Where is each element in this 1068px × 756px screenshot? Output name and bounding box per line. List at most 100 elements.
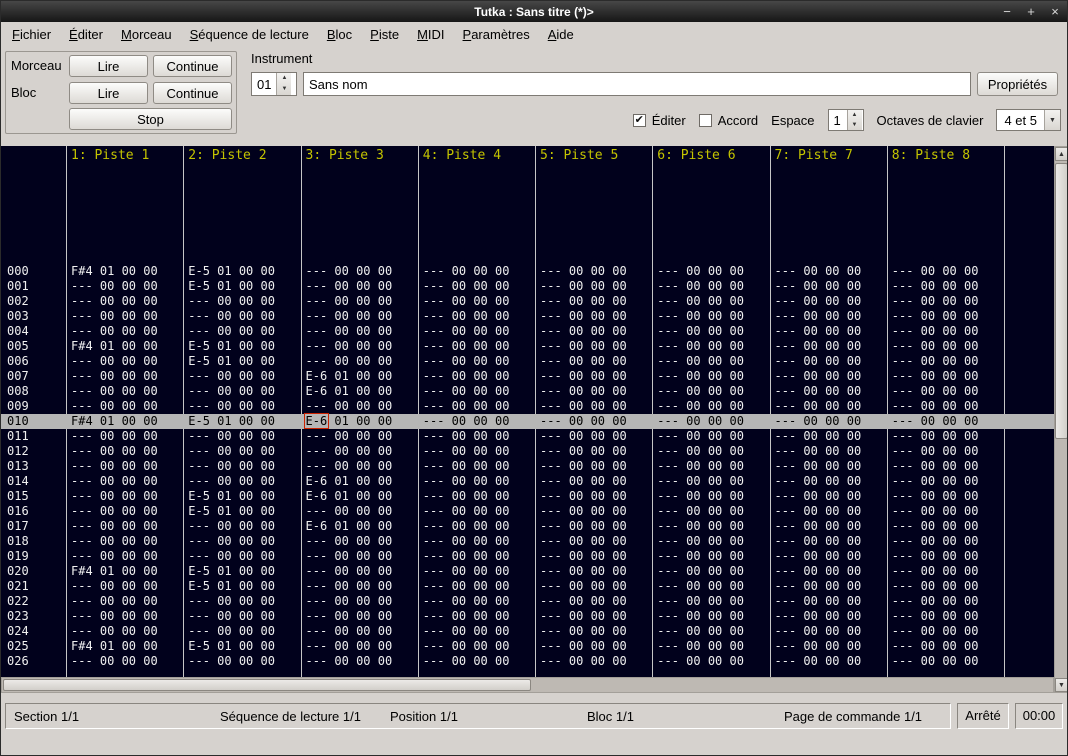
tracker-cell[interactable]: --- 00 00 00 — [71, 504, 158, 519]
tracker-cell[interactable]: --- 00 00 00 — [892, 324, 979, 339]
tracker-cell[interactable]: --- 00 00 00 — [540, 609, 627, 624]
tracker-cell[interactable]: --- 00 00 00 — [423, 534, 510, 549]
tracker-cell[interactable]: --- 00 00 00 — [423, 399, 510, 414]
tracker-cell[interactable]: --- 00 00 00 — [540, 369, 627, 384]
tracker-cell[interactable]: --- 00 00 00 — [71, 459, 158, 474]
tracker-cell[interactable]: --- 00 00 00 — [540, 384, 627, 399]
tracker-cell[interactable]: --- 00 00 00 — [306, 339, 393, 354]
tracker-cell[interactable]: --- 00 00 00 — [423, 459, 510, 474]
tracker-cell[interactable]: --- 00 00 00 — [775, 474, 862, 489]
tracker-cell[interactable]: --- 00 00 00 — [657, 519, 744, 534]
tracker-cell[interactable]: --- 00 00 00 — [540, 504, 627, 519]
tracker-cell[interactable]: --- 00 00 00 — [657, 354, 744, 369]
stop-button[interactable]: Stop — [69, 108, 232, 130]
song-play-button[interactable]: Lire — [69, 55, 148, 77]
tracker-cell[interactable]: --- 00 00 00 — [657, 339, 744, 354]
tracker-cell[interactable]: --- 00 00 00 — [540, 444, 627, 459]
tracker-cell[interactable]: --- 00 00 00 — [892, 489, 979, 504]
tracker-cell[interactable]: --- 00 00 00 — [657, 294, 744, 309]
tracker-cell[interactable]: --- 00 00 00 — [892, 264, 979, 279]
tracker-cell[interactable]: --- 00 00 00 — [540, 639, 627, 654]
tracker-cell[interactable]: --- 00 00 00 — [892, 564, 979, 579]
tracker-cell[interactable]: --- 00 00 00 — [892, 594, 979, 609]
tracker-cell[interactable]: --- 00 00 00 — [540, 324, 627, 339]
tracker-cell[interactable]: --- 00 00 00 — [306, 639, 393, 654]
tracker-cell[interactable]: --- 00 00 00 — [423, 519, 510, 534]
tracker-cell[interactable]: --- 00 00 00 — [657, 444, 744, 459]
tracker-cell[interactable]: E-5 01 00 00 — [188, 639, 275, 654]
tracker-cell[interactable]: --- 00 00 00 — [423, 384, 510, 399]
tracker-cell[interactable]: --- 00 00 00 — [892, 369, 979, 384]
tracker-cell[interactable]: --- 00 00 00 — [423, 414, 510, 429]
tracker-cell[interactable]: --- 00 00 00 — [71, 594, 158, 609]
tracker-cell[interactable]: --- 00 00 00 — [775, 549, 862, 564]
tracker-cell[interactable]: --- 00 00 00 — [657, 609, 744, 624]
tracker-cell[interactable]: --- 00 00 00 — [892, 339, 979, 354]
tracker-cell[interactable]: --- 00 00 00 — [775, 579, 862, 594]
tracker-cell[interactable]: --- 00 00 00 — [657, 639, 744, 654]
tracker-cell[interactable]: --- 00 00 00 — [188, 549, 275, 564]
tracker-cell[interactable]: --- 00 00 00 — [423, 264, 510, 279]
tracker-cell[interactable]: --- 00 00 00 — [892, 294, 979, 309]
tracker-cell[interactable]: --- 00 00 00 — [540, 309, 627, 324]
tracker-cell[interactable]: --- 00 00 00 — [775, 384, 862, 399]
tracker-cell[interactable]: --- 00 00 00 — [71, 279, 158, 294]
tracker-cell[interactable]: --- 00 00 00 — [306, 429, 393, 444]
menu-item-parametres[interactable]: Paramètres — [454, 22, 539, 46]
tracker-cell[interactable]: E-6 01 00 00 — [306, 369, 393, 384]
tracker-cell[interactable]: --- 00 00 00 — [306, 534, 393, 549]
tracker-cell[interactable]: --- 00 00 00 — [657, 654, 744, 669]
tracker-cell[interactable]: --- 00 00 00 — [657, 459, 744, 474]
tracker-cell[interactable]: --- 00 00 00 — [188, 654, 275, 669]
tracker-cell[interactable]: --- 00 00 00 — [188, 399, 275, 414]
tracker-cell[interactable]: --- 00 00 00 — [540, 489, 627, 504]
tracker-cell[interactable]: --- 00 00 00 — [423, 324, 510, 339]
tracker-cell[interactable]: --- 00 00 00 — [423, 339, 510, 354]
tracker-cell[interactable]: --- 00 00 00 — [306, 624, 393, 639]
tracker-cell[interactable]: --- 00 00 00 — [423, 639, 510, 654]
tracker-cell[interactable]: --- 00 00 00 — [540, 354, 627, 369]
tracker-cell[interactable]: --- 00 00 00 — [71, 609, 158, 624]
tracker-cell[interactable]: --- 00 00 00 — [540, 429, 627, 444]
menu-item-bloc[interactable]: Bloc — [318, 22, 361, 46]
tracker-cell[interactable]: --- 00 00 00 — [892, 609, 979, 624]
tracker-cell[interactable]: --- 00 00 00 — [423, 279, 510, 294]
tracker-cell[interactable]: --- 00 00 00 — [540, 534, 627, 549]
tracker-cell[interactable]: --- 00 00 00 — [657, 324, 744, 339]
tracker-cell[interactable]: --- 00 00 00 — [306, 504, 393, 519]
tracker-cell[interactable]: --- 00 00 00 — [775, 564, 862, 579]
tracker-cell[interactable]: E-5 01 00 00 — [188, 354, 275, 369]
tracker-cell[interactable]: --- 00 00 00 — [892, 309, 979, 324]
tracker-cell[interactable]: E-5 01 00 00 — [188, 279, 275, 294]
tracker-cell[interactable]: --- 00 00 00 — [775, 399, 862, 414]
tracker-cell[interactable]: E-6 01 00 00 — [306, 384, 393, 399]
spin-up-icon[interactable]: ▲ — [848, 110, 862, 120]
spin-up-icon[interactable]: ▲ — [277, 73, 291, 84]
tracker-cell[interactable]: --- 00 00 00 — [892, 504, 979, 519]
tracker-cell[interactable]: --- 00 00 00 — [540, 399, 627, 414]
tracker-cell[interactable]: --- 00 00 00 — [540, 519, 627, 534]
tracker-cell[interactable]: --- 00 00 00 — [306, 594, 393, 609]
tracker-cell[interactable]: --- 00 00 00 — [657, 399, 744, 414]
tracker-cell[interactable]: --- 00 00 00 — [657, 264, 744, 279]
tracker-cell[interactable]: --- 00 00 00 — [71, 369, 158, 384]
tracker-cell[interactable]: --- 00 00 00 — [188, 534, 275, 549]
tracker-cell[interactable]: --- 00 00 00 — [775, 534, 862, 549]
tracker-cell[interactable]: --- 00 00 00 — [423, 579, 510, 594]
horizontal-scrollbar-thumb[interactable] — [3, 679, 531, 691]
tracker-cell[interactable]: --- 00 00 00 — [892, 279, 979, 294]
menu-item-morceau[interactable]: Morceau — [112, 22, 181, 46]
tracker-cell[interactable]: E-5 01 00 00 — [188, 489, 275, 504]
tracker-cell[interactable]: --- 00 00 00 — [892, 399, 979, 414]
tracker-cell[interactable]: --- 00 00 00 — [306, 264, 393, 279]
tracker-cell[interactable]: --- 00 00 00 — [71, 534, 158, 549]
tracker-cell[interactable]: --- 00 00 00 — [892, 444, 979, 459]
tracker-cell[interactable]: --- 00 00 00 — [423, 354, 510, 369]
tracker-cell[interactable]: --- 00 00 00 — [657, 579, 744, 594]
tracker-cell[interactable]: --- 00 00 00 — [540, 474, 627, 489]
tracker-cell[interactable]: --- 00 00 00 — [657, 534, 744, 549]
chevron-down-icon[interactable]: ▼ — [1044, 110, 1060, 130]
tracker-cell[interactable]: --- 00 00 00 — [71, 384, 158, 399]
tracker-cell[interactable]: --- 00 00 00 — [306, 549, 393, 564]
tracker-cell[interactable]: --- 00 00 00 — [540, 564, 627, 579]
